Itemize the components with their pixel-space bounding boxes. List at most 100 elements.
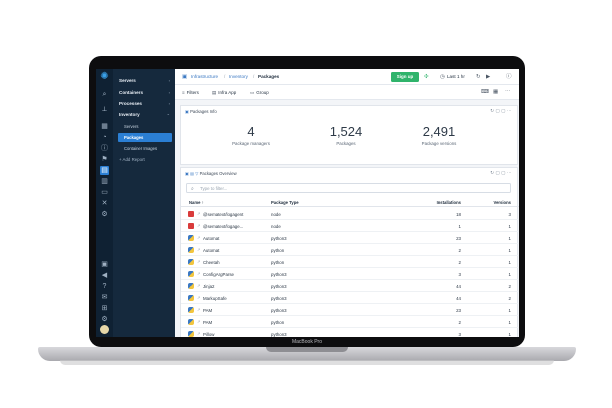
table-row[interactable]: ↗ Automat python3 23 1 xyxy=(181,232,519,244)
nav-item-inventory[interactable]: Inventory xyxy=(119,112,140,117)
share-icon[interactable]: ✣ xyxy=(424,73,429,81)
laptop-shadow xyxy=(60,360,554,365)
external-link-icon[interactable]: ↗ xyxy=(197,259,200,264)
cell-package-type: python xyxy=(271,319,285,325)
nav-item-containers[interactable]: Containers xyxy=(119,90,143,95)
panel-controls[interactable]: ↻▢▢⋯ xyxy=(490,170,513,176)
filter-placeholder: Type to filter... xyxy=(200,186,228,191)
app-icon: ▤ xyxy=(212,90,217,95)
logo-icon[interactable]: ✺ xyxy=(98,71,111,82)
group-label: Group xyxy=(256,90,269,95)
filters-button[interactable]: ≡ Filters xyxy=(182,90,199,95)
time-range-selector[interactable]: Last 1 hr xyxy=(447,74,465,79)
cell-package-type: python3 xyxy=(271,271,287,277)
help-icon[interactable]: ? xyxy=(100,282,109,291)
info-icon[interactable]: ⓘ xyxy=(100,144,109,153)
laptop-mockup: MacBook Pro ✺ ⌕ ⟂ ▦ ◔ ⓘ ⚑ ▤ ▥ ▭ ✕ ⚙ ▣ ◀ … xyxy=(0,0,612,408)
external-link-icon[interactable]: ↗ xyxy=(197,283,200,288)
column-installations[interactable]: Installations xyxy=(401,200,461,205)
settings-icon[interactable]: ⚙ xyxy=(100,210,109,219)
refresh-icon[interactable]: ↻ xyxy=(476,73,481,81)
grid-view-icon[interactable]: ▦ xyxy=(493,88,498,96)
cell-versions: 3 xyxy=(508,211,511,217)
nav-item-processes[interactable]: Processes xyxy=(119,101,142,106)
gear-icon[interactable]: ⚙ xyxy=(100,315,109,324)
table-row[interactable]: ↗ Cheetah python 2 1 xyxy=(181,256,519,268)
external-link-icon[interactable]: ↗ xyxy=(197,235,200,240)
stat-package-managers: 4 Package managers xyxy=(211,124,291,146)
infra-app-label: Infra App xyxy=(218,90,237,95)
group-button[interactable]: ▭ Group xyxy=(250,90,269,96)
npm-icon xyxy=(188,210,194,217)
column-package-type[interactable]: Package Type xyxy=(271,200,299,205)
chevron-down-icon: ⌄ xyxy=(166,111,170,116)
cell-installations: 2 xyxy=(458,259,461,265)
inventory-icon[interactable]: ▤ xyxy=(100,166,109,175)
external-link-icon[interactable]: ↗ xyxy=(197,271,200,276)
table-row[interactable]: ↗ @sematext/logagent node 18 3 xyxy=(181,208,519,220)
external-link-icon[interactable]: ↗ xyxy=(197,295,200,300)
more-icon[interactable]: ⋯ xyxy=(505,88,511,96)
column-versions[interactable]: Versions xyxy=(471,200,511,205)
cell-installations: 44 xyxy=(456,283,461,289)
external-link-icon[interactable]: ↗ xyxy=(197,211,200,216)
table-row[interactable]: ↗ Pillow python3 3 1 xyxy=(181,328,519,337)
doc-icon[interactable]: ▭ xyxy=(100,188,109,197)
help-icon[interactable]: ⓘ xyxy=(506,73,512,81)
table-row[interactable]: ↗ MarkupSafe python3 44 2 xyxy=(181,292,519,304)
table-row[interactable]: ↗ PAM python 2 1 xyxy=(181,316,519,328)
stat-packages: 1,524 Packages xyxy=(306,124,386,146)
gift-icon[interactable]: ▣ xyxy=(100,260,109,269)
nav-sub-servers[interactable]: Servers xyxy=(124,124,138,129)
table-filter-input[interactable]: ⌕ Type to filter... xyxy=(186,183,511,193)
keyboard-icon[interactable]: ⌨ xyxy=(481,88,489,96)
table-row[interactable]: ↗ ConfigArgParse python3 3 1 xyxy=(181,268,519,280)
nav-sub-packages[interactable]: Packages xyxy=(118,133,172,142)
column-name[interactable]: Name ↑ xyxy=(189,200,204,205)
folder-icon: ▭ xyxy=(250,90,255,95)
tools-icon[interactable]: ✕ xyxy=(100,199,109,208)
table-row[interactable]: ↗ PAM python3 23 1 xyxy=(181,304,519,316)
cell-versions: 1 xyxy=(508,223,511,229)
external-link-icon[interactable]: ↗ xyxy=(197,247,200,252)
external-link-icon[interactable]: ↗ xyxy=(197,307,200,312)
nav-item-servers[interactable]: Servers xyxy=(119,78,136,83)
external-link-icon[interactable]: ↗ xyxy=(197,223,200,228)
packages-info-panel: ▣ Packages Info ↻▢▢⋯ 4 Package managers … xyxy=(180,105,518,165)
megaphone-icon[interactable]: ◀ xyxy=(100,271,109,280)
table-row[interactable]: ↗ Automat python 2 1 xyxy=(181,244,519,256)
signup-button[interactable]: Sign up xyxy=(391,72,419,82)
cell-installations: 2 xyxy=(458,319,461,325)
table-icon: ▣ ▤ ▽ xyxy=(185,171,200,176)
external-link-icon[interactable]: ↗ xyxy=(197,319,200,324)
panel-controls[interactable]: ↻▢▢⋯ xyxy=(490,108,513,114)
pin-icon[interactable]: ⟂ xyxy=(100,105,109,114)
nav-sub-container-images[interactable]: Container Images xyxy=(124,146,157,151)
cell-installations: 23 xyxy=(456,235,461,241)
search-icon[interactable]: ⌕ xyxy=(100,90,109,99)
layout-icon[interactable]: ▥ xyxy=(100,177,109,186)
table-row[interactable]: ↗ Jinja2 python3 44 2 xyxy=(181,280,519,292)
table-row[interactable]: ↗ @sematext/logage... node 1 1 xyxy=(181,220,519,232)
breadcrumb-inventory[interactable]: Inventory xyxy=(229,74,248,79)
flag-icon[interactable]: ⚑ xyxy=(100,155,109,164)
cell-package-type: python xyxy=(271,247,285,253)
cell-installations: 2 xyxy=(458,247,461,253)
clock-icon[interactable]: ◷ xyxy=(440,73,445,81)
breadcrumb-infrastructure[interactable]: Infrastructure xyxy=(191,74,218,79)
main-content: ▣ Infrastructure / Inventory / Packages … xyxy=(175,69,519,337)
dashboard-icon[interactable]: ◔ xyxy=(100,133,109,142)
filter-icon: ≡ xyxy=(182,90,185,95)
infra-app-button[interactable]: ▤ Infra App xyxy=(212,90,236,96)
grid-icon[interactable]: ▦ xyxy=(100,122,109,131)
chevron-right-icon: › xyxy=(168,78,170,83)
app-icon: ▣ xyxy=(182,74,188,80)
avatar[interactable] xyxy=(100,325,109,334)
cell-package-type: node xyxy=(271,211,281,217)
play-icon[interactable]: ▶ xyxy=(486,73,490,81)
cell-versions: 1 xyxy=(508,331,511,337)
external-link-icon[interactable]: ↗ xyxy=(197,331,200,336)
add-report-link[interactable]: + Add Report xyxy=(119,157,145,162)
mail-icon[interactable]: ✉ xyxy=(100,293,109,302)
apps-icon[interactable]: ⊞ xyxy=(100,304,109,313)
